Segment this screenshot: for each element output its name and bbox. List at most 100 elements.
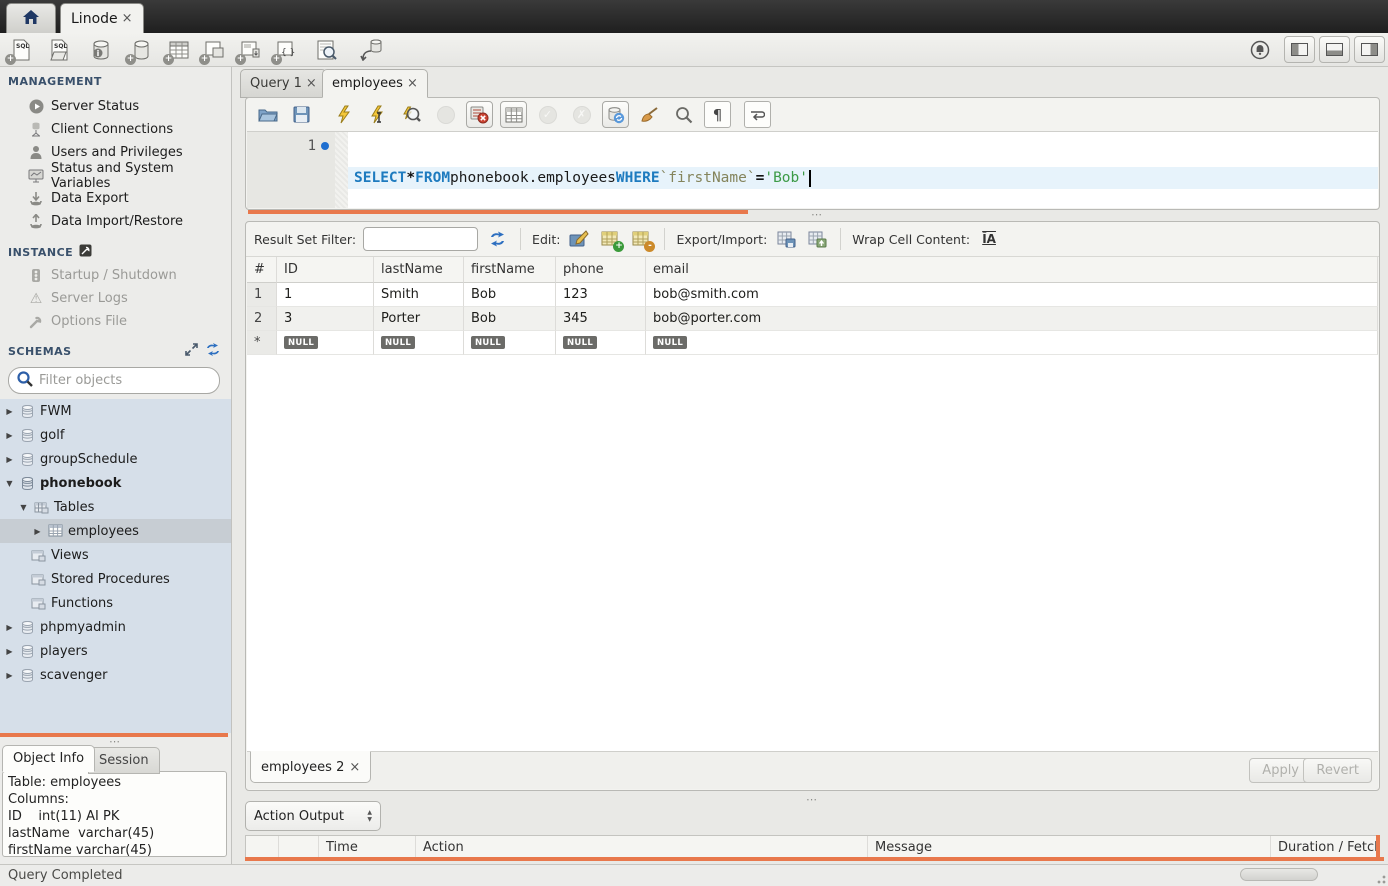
- null-badge[interactable]: NULL: [381, 336, 415, 349]
- expander-icon[interactable]: ▶: [4, 623, 15, 632]
- tree-item-schema[interactable]: ▶ players: [0, 639, 231, 663]
- null-badge[interactable]: NULL: [653, 336, 687, 349]
- expander-icon[interactable]: ▶: [4, 647, 15, 656]
- grid-cell[interactable]: Porter: [374, 307, 464, 331]
- sidebar-item-data-export[interactable]: Data Export: [0, 187, 231, 210]
- home-tab[interactable]: [6, 3, 56, 33]
- expander-icon[interactable]: ▶: [4, 407, 15, 416]
- splitter-grip-icon[interactable]: ⋯: [797, 208, 837, 221]
- close-tab-icon[interactable]: ×: [306, 76, 317, 91]
- sql-editor[interactable]: 1 SELECT * FROM phonebook.employees WHER…: [247, 131, 1378, 208]
- grid-row[interactable]: 2 3 Porter Bob 345 bob@porter.com: [247, 307, 1378, 331]
- ao-col-message[interactable]: Message: [868, 836, 1271, 858]
- close-tab-icon[interactable]: ×: [349, 760, 360, 775]
- sidebar-item-server-logs[interactable]: ⚠ Server Logs: [0, 287, 231, 310]
- grid-row[interactable]: 1 1 Smith Bob 123 bob@smith.com: [247, 283, 1378, 307]
- tab-query-1[interactable]: Query 1 ×: [240, 69, 327, 98]
- schema-filter[interactable]: [8, 367, 220, 394]
- tree-item-views[interactable]: Views: [0, 543, 231, 567]
- splitter-grip-icon[interactable]: ⋯: [792, 793, 832, 806]
- grid-cell[interactable]: Smith: [374, 283, 464, 307]
- sidebar-item-client-connections[interactable]: Client Connections: [0, 118, 231, 141]
- new-table-icon[interactable]: +: [166, 37, 192, 63]
- expander-icon[interactable]: ▼: [4, 479, 15, 488]
- connection-tab[interactable]: Linode ×: [60, 3, 144, 33]
- commit-icon[interactable]: ✓: [534, 101, 561, 128]
- toggle-bottom-panel-button[interactable]: [1319, 36, 1350, 63]
- sidebar-item-options-file[interactable]: Options File: [0, 310, 231, 333]
- wrap-text-icon[interactable]: [744, 101, 771, 128]
- result-filter-input[interactable]: [363, 227, 478, 251]
- revert-button[interactable]: Revert: [1303, 758, 1372, 783]
- tab-employees[interactable]: employees ×: [322, 69, 428, 98]
- null-badge[interactable]: NULL: [284, 336, 318, 349]
- refresh-results-icon[interactable]: [485, 227, 509, 251]
- editor-results-splitter[interactable]: [248, 210, 748, 214]
- expander-icon[interactable]: ▶: [4, 455, 15, 464]
- grid-cell[interactable]: bob@smith.com: [646, 283, 1378, 307]
- grid-cell[interactable]: Bob: [464, 283, 556, 307]
- grid-cell[interactable]: 123: [556, 283, 646, 307]
- import-recordset-icon[interactable]: [805, 227, 829, 251]
- ao-col-time[interactable]: Time: [319, 836, 416, 858]
- beautify-icon[interactable]: [636, 101, 663, 128]
- grid-cell[interactable]: 3: [277, 307, 374, 331]
- grid-cell[interactable]: 345: [556, 307, 646, 331]
- sidebar-item-startup-shutdown[interactable]: Startup / Shutdown: [0, 264, 231, 287]
- schemas-expand-icon[interactable]: [185, 343, 198, 360]
- ao-col-duration[interactable]: Duration / Fetch: [1271, 836, 1379, 858]
- schema-filter-input[interactable]: [39, 373, 211, 388]
- schemas-refresh-icon[interactable]: [206, 343, 220, 360]
- execute-icon[interactable]: [330, 101, 357, 128]
- grid-cell[interactable]: Bob: [464, 307, 556, 331]
- tree-item-schema-phonebook[interactable]: ▼ phonebook: [0, 471, 231, 495]
- open-sql-script-icon[interactable]: SQL: [46, 37, 72, 63]
- column-header[interactable]: lastName: [374, 257, 464, 283]
- edit-record-icon[interactable]: [567, 227, 591, 251]
- find-icon[interactable]: [670, 101, 697, 128]
- code-area[interactable]: SELECT * FROM phonebook.employees WHERE …: [348, 132, 1378, 208]
- tree-item-functions[interactable]: Functions: [0, 591, 231, 615]
- column-header[interactable]: phone: [556, 257, 646, 283]
- grid-new-row[interactable]: * NULL NULL NULL NULL NULL: [247, 331, 1378, 355]
- expander-icon[interactable]: ▶: [4, 671, 15, 680]
- window-resize-grip-icon[interactable]: [1372, 870, 1386, 884]
- expander-icon[interactable]: ▶: [4, 431, 15, 440]
- stop-icon[interactable]: [432, 101, 459, 128]
- tree-item-schema[interactable]: ▶ groupSchedule: [0, 447, 231, 471]
- sidebar-item-data-import[interactable]: Data Import/Restore: [0, 210, 231, 233]
- ao-col-action[interactable]: Action: [416, 836, 868, 858]
- tree-item-schema[interactable]: ▶ golf: [0, 423, 231, 447]
- search-table-data-icon[interactable]: [314, 37, 340, 63]
- sidebar-item-status-system-variables[interactable]: Status and System Variables: [0, 164, 231, 187]
- expander-icon[interactable]: ▼: [18, 503, 29, 512]
- new-schema-icon[interactable]: +: [128, 37, 154, 63]
- close-tab-icon[interactable]: ×: [407, 76, 418, 91]
- null-badge[interactable]: NULL: [563, 336, 597, 349]
- new-query-tab-icon[interactable]: SQL +: [8, 37, 34, 63]
- tree-item-schema[interactable]: ▶ phpmyadmin: [0, 615, 231, 639]
- execute-current-icon[interactable]: [364, 101, 391, 128]
- open-script-icon[interactable]: [254, 101, 281, 128]
- action-output-dropdown[interactable]: Action Output ▲▼: [245, 801, 381, 831]
- tree-item-table-employees[interactable]: ▶ employees: [0, 519, 231, 543]
- connection-info-icon[interactable]: i: [88, 37, 114, 63]
- sql-line-1[interactable]: SELECT * FROM phonebook.employees WHERE …: [348, 167, 1378, 189]
- result-grid[interactable]: # ID lastName firstName phone email 1 1 …: [247, 257, 1378, 751]
- tab-employees-2[interactable]: employees 2 ×: [250, 751, 371, 783]
- autocommit-icon[interactable]: [602, 101, 629, 128]
- null-badge[interactable]: NULL: [471, 336, 505, 349]
- sidebar-item-server-status[interactable]: Server Status: [0, 95, 231, 118]
- notifications-icon[interactable]: [1247, 37, 1273, 63]
- toggle-left-panel-button[interactable]: [1284, 36, 1315, 63]
- close-tab-icon[interactable]: ×: [122, 11, 133, 26]
- toggle-right-panel-button[interactable]: [1354, 36, 1385, 63]
- column-header[interactable]: #: [247, 257, 277, 283]
- column-header[interactable]: firstName: [464, 257, 556, 283]
- delete-row-icon[interactable]: -: [629, 227, 653, 251]
- tree-item-schema[interactable]: ▶ FWM: [0, 399, 231, 423]
- column-header[interactable]: email: [646, 257, 1378, 283]
- toggle-stop-on-error-icon[interactable]: [466, 101, 493, 128]
- tab-object-info[interactable]: Object Info: [2, 745, 95, 772]
- explain-icon[interactable]: [398, 101, 425, 128]
